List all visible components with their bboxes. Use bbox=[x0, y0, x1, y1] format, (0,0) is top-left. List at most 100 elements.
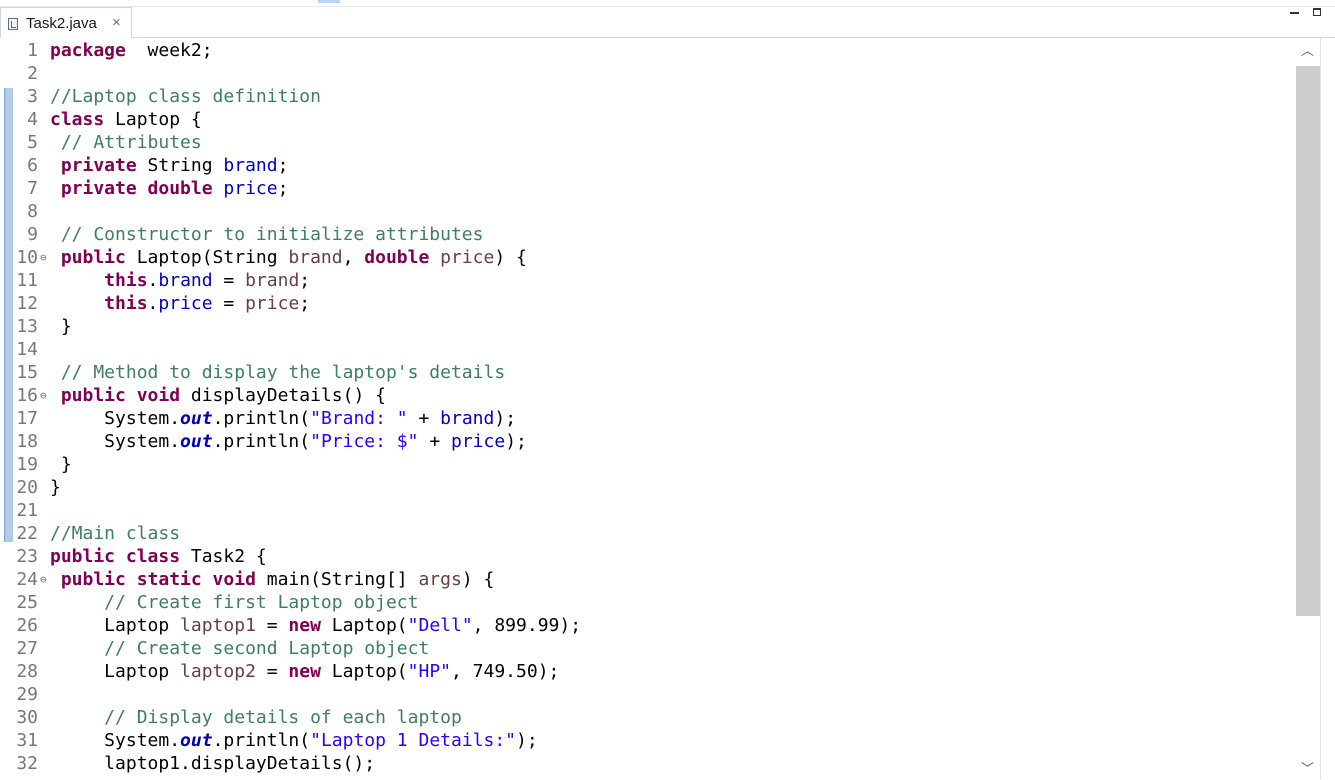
code-token: //Main class bbox=[50, 523, 181, 544]
code-line[interactable]: 4 class Laptop { bbox=[0, 108, 1295, 131]
code-line[interactable]: 23 public class Task2 { bbox=[0, 545, 1295, 568]
code-line[interactable]: 11 this.brand = brand; bbox=[0, 269, 1295, 292]
code-line[interactable]: 27 // Create second Laptop object bbox=[0, 637, 1295, 660]
line-number: 27 bbox=[16, 638, 38, 659]
close-tab-icon[interactable]: × bbox=[112, 14, 121, 31]
line-number: 28 bbox=[16, 661, 38, 682]
line-number: 15 bbox=[16, 362, 38, 383]
code-token: ; bbox=[299, 293, 311, 314]
code-line[interactable]: 22 //Main class bbox=[0, 522, 1295, 545]
code-token: price bbox=[245, 293, 300, 314]
code-line[interactable]: 3 //Laptop class definition bbox=[0, 85, 1295, 108]
code-line[interactable]: 21 bbox=[0, 499, 1295, 522]
line-number: 9 bbox=[27, 224, 38, 245]
code-token: ; bbox=[277, 178, 289, 199]
code-token: week2; bbox=[125, 40, 213, 61]
code-token: this bbox=[50, 270, 148, 291]
line-number: 32 bbox=[16, 753, 38, 774]
code-line[interactable]: 25 // Create first Laptop object bbox=[0, 591, 1295, 614]
code-token: String bbox=[136, 155, 224, 176]
line-number: 30 bbox=[16, 707, 38, 728]
code-line[interactable]: 7 private double price; bbox=[0, 177, 1295, 200]
code-token: , 749.50); bbox=[451, 661, 560, 682]
code-token: brand bbox=[158, 270, 213, 291]
code-token: + bbox=[407, 408, 441, 429]
code-line[interactable]: 8 bbox=[0, 200, 1295, 223]
code-text: System.out.println("Brand: " + brand); bbox=[50, 407, 516, 430]
code-token: "HP" bbox=[407, 661, 451, 682]
fold-collapse-icon[interactable]: ⊖ bbox=[40, 246, 47, 269]
code-token: private bbox=[50, 155, 137, 176]
code-text: // Display details of each laptop bbox=[50, 706, 462, 729]
code-token: public class bbox=[50, 546, 181, 567]
fold-collapse-icon[interactable]: ⊖ bbox=[40, 384, 47, 407]
code-line[interactable]: 15 // Method to display the laptop's det… bbox=[0, 361, 1295, 384]
code-text: //Main class bbox=[50, 522, 180, 545]
code-text: // Constructor to initialize attributes bbox=[50, 223, 484, 246]
code-text: public class Task2 { bbox=[50, 545, 267, 568]
editor-tab-task2[interactable]: Task2.java × bbox=[0, 7, 132, 38]
code-line[interactable]: 30 // Display details of each laptop bbox=[0, 706, 1295, 729]
vertical-scrollbar[interactable]: ︿ ﹀ bbox=[1295, 38, 1320, 779]
code-line[interactable]: 12 this.price = price; bbox=[0, 292, 1295, 315]
code-text: //Laptop class definition bbox=[50, 85, 321, 108]
code-editor[interactable]: 1 package week2; 2 3 //Laptop class definiti… bbox=[0, 38, 1295, 779]
code-token: price bbox=[158, 293, 213, 314]
code-text: Laptop laptop2 = new Laptop("HP", 749.50… bbox=[50, 660, 559, 683]
maximize-icon[interactable] bbox=[1313, 8, 1321, 16]
code-text: public static void main(String[] args) { bbox=[50, 568, 495, 591]
tab-bar-accent bbox=[318, 0, 340, 3]
code-line[interactable]: 29 bbox=[0, 683, 1295, 706]
code-line[interactable]: 14 bbox=[0, 338, 1295, 361]
code-text: } bbox=[50, 476, 61, 499]
code-token: //Laptop class definition bbox=[50, 86, 321, 107]
code-line[interactable]: 17 System.out.println("Brand: " + brand)… bbox=[0, 407, 1295, 430]
scroll-down-icon[interactable]: ﹀ bbox=[1295, 760, 1320, 780]
code-token: public void bbox=[50, 385, 181, 406]
code-token: Laptop { bbox=[104, 109, 202, 130]
code-line[interactable]: 16 ⊖ public void displayDetails() { bbox=[0, 384, 1295, 407]
code-line[interactable]: 2 bbox=[0, 62, 1295, 85]
code-token: price bbox=[451, 431, 506, 452]
code-text: this.price = price; bbox=[50, 292, 310, 315]
line-number: 23 bbox=[16, 546, 38, 567]
scroll-up-icon[interactable]: ︿ bbox=[1295, 42, 1320, 62]
code-line[interactable]: 5 // Attributes bbox=[0, 131, 1295, 154]
code-line[interactable]: 10 ⊖ public Laptop(String brand, double p… bbox=[0, 246, 1295, 269]
code-line[interactable]: 19 } bbox=[0, 453, 1295, 476]
code-line[interactable]: 20} bbox=[0, 476, 1295, 499]
code-token: + bbox=[418, 431, 451, 452]
code-text: System.out.println("Price: $" + price); bbox=[50, 430, 527, 453]
code-line[interactable]: 18 System.out.println("Price: $" + price… bbox=[0, 430, 1295, 453]
code-token: package bbox=[50, 40, 126, 61]
code-token: = bbox=[255, 661, 289, 682]
code-token: . bbox=[147, 293, 159, 314]
code-token: public static void bbox=[50, 569, 256, 590]
code-text: // Create first Laptop object bbox=[50, 591, 418, 614]
code-line[interactable]: 9 // Constructor to initialize attribute… bbox=[0, 223, 1295, 246]
code-line[interactable]: 28 Laptop laptop2 = new Laptop("HP", 749… bbox=[0, 660, 1295, 683]
code-token: ; bbox=[299, 270, 311, 291]
minimize-icon[interactable] bbox=[1290, 12, 1299, 14]
code-token: private double bbox=[50, 178, 213, 199]
code-line[interactable]: 24 ⊖ public static void main(String[] arg… bbox=[0, 568, 1295, 591]
code-line[interactable]: 26 Laptop laptop1 = new Laptop("Dell", 8… bbox=[0, 614, 1295, 637]
code-token: this bbox=[50, 293, 148, 314]
scrollbar-thumb[interactable] bbox=[1296, 66, 1320, 616]
code-token: "Laptop 1 Details:" bbox=[310, 730, 517, 751]
line-number: 5 bbox=[27, 132, 38, 153]
code-token: brand bbox=[288, 247, 343, 268]
code-line[interactable]: 1 package week2; bbox=[0, 39, 1295, 62]
line-number: 16 bbox=[16, 385, 38, 406]
line-number: 12 bbox=[16, 293, 38, 314]
line-number: 19 bbox=[16, 454, 38, 475]
code-line[interactable]: 32 laptop1.displayDetails(); bbox=[0, 752, 1295, 775]
code-token: laptop1.displayDetails(); bbox=[50, 753, 376, 774]
code-line[interactable]: 6 private String brand; bbox=[0, 154, 1295, 177]
code-line[interactable]: 13 } bbox=[0, 315, 1295, 338]
code-line[interactable]: 31 System.out.println("Laptop 1 Details:… bbox=[0, 729, 1295, 752]
code-token: ); bbox=[516, 730, 538, 751]
code-token: .println( bbox=[212, 730, 311, 751]
fold-collapse-icon[interactable]: ⊖ bbox=[40, 568, 47, 591]
